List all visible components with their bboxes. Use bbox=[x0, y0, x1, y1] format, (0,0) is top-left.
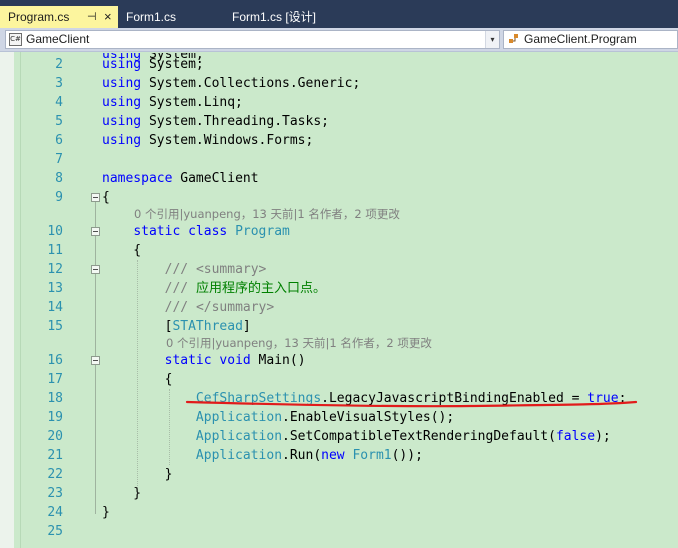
project-name: GameClient bbox=[26, 32, 90, 46]
navigation-bar: C# GameClient ▾ GameClient.Program bbox=[0, 28, 678, 52]
tab-label: Program.cs bbox=[8, 10, 70, 24]
tab-form1-cs[interactable]: Form1.cs bbox=[118, 6, 224, 28]
code-editor[interactable]: 2 3 4 5 6 7 8 9 10 11 12 13 14 15 16 17 … bbox=[0, 52, 678, 548]
chevron-down-icon[interactable]: ▾ bbox=[485, 31, 499, 48]
type-name: GameClient.Program bbox=[524, 32, 637, 46]
project-dropdown[interactable]: C# GameClient ▾ bbox=[5, 30, 500, 49]
type-dropdown[interactable]: GameClient.Program bbox=[503, 30, 678, 49]
class-icon bbox=[509, 34, 518, 43]
tab-form1-designer[interactable]: Form1.cs [设计] bbox=[224, 6, 370, 28]
document-tab-bar: Program.cs ⊣ × Form1.cs Form1.cs [设计] bbox=[0, 0, 678, 28]
tab-label: Form1.cs bbox=[126, 10, 177, 24]
tab-program-cs[interactable]: Program.cs ⊣ × bbox=[0, 6, 118, 28]
csharp-project-icon: C# bbox=[9, 33, 22, 46]
pin-icon[interactable]: ⊣ bbox=[87, 6, 97, 28]
tab-label: Form1.cs [设计] bbox=[232, 10, 317, 24]
close-icon[interactable]: × bbox=[104, 6, 112, 28]
annotation-underline bbox=[185, 400, 638, 408]
